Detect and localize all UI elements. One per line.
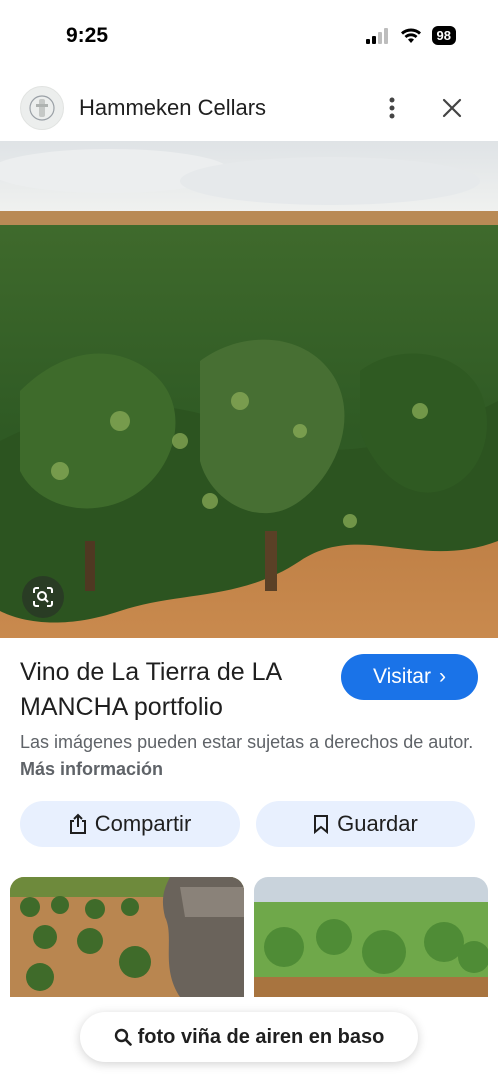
main-image[interactable] <box>0 141 498 638</box>
search-query-pill[interactable]: foto viña de airen en baso <box>80 1012 418 1062</box>
save-label: Guardar <box>337 811 418 836</box>
visit-label: Visitar <box>373 665 431 688</box>
more-options-button[interactable] <box>378 92 406 124</box>
vineyard-thumbnail <box>10 877 244 997</box>
search-query-text: foto viña de airen en baso <box>137 1025 385 1048</box>
status-time: 9:25 <box>66 24 109 47</box>
image-title: Vino de La Tierra de LA MANCHA portfolio <box>20 658 281 721</box>
chevron-right-icon: › <box>438 665 446 688</box>
share-label: Compartir <box>94 811 192 836</box>
visit-button[interactable]: Visitar › <box>341 654 478 700</box>
site-name[interactable]: Hammeken Cellars <box>79 95 266 121</box>
related-image-1[interactable] <box>10 877 244 997</box>
copyright-text: Las imágenes pueden estar sujetas a dere… <box>20 732 474 752</box>
close-button[interactable] <box>437 93 467 123</box>
battery-indicator: 98 <box>431 26 456 45</box>
vineyard-photo <box>0 141 498 638</box>
save-button[interactable]: Guardar <box>256 801 475 847</box>
copyright-notice: Las imágenes pueden estar sujetas a dere… <box>20 729 480 783</box>
status-icons: 98 <box>365 26 456 45</box>
bookmark-icon <box>314 815 329 834</box>
share-icon <box>69 813 86 834</box>
vineyard-thumbnail <box>254 877 488 997</box>
more-vert-icon <box>389 97 395 119</box>
site-logo-icon <box>29 95 55 121</box>
wifi-icon <box>400 28 421 43</box>
share-button[interactable]: Compartir <box>20 801 240 847</box>
status-bar: 9:25 98 <box>0 0 498 72</box>
site-logo[interactable] <box>20 86 64 130</box>
lens-search-button[interactable] <box>22 576 64 618</box>
search-icon <box>114 1028 132 1046</box>
related-image-2[interactable] <box>254 877 488 997</box>
source-header: Hammeken Cellars <box>0 76 498 140</box>
lens-icon <box>33 587 53 607</box>
more-info-link[interactable]: Más información <box>20 759 163 779</box>
close-icon <box>442 98 462 118</box>
signal-icon <box>365 27 388 44</box>
